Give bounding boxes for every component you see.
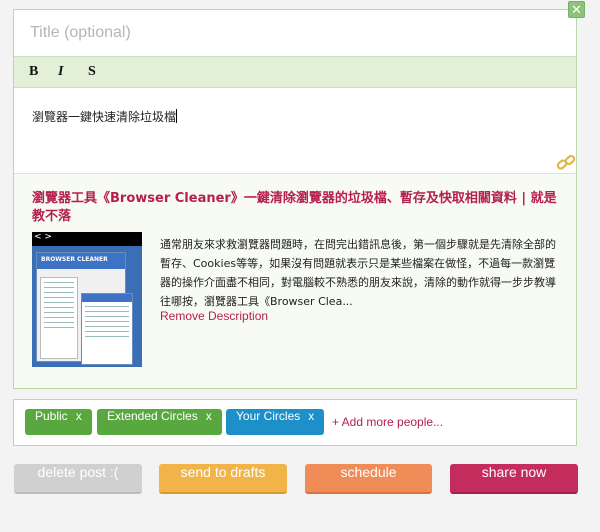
preview-title[interactable]: 瀏覽器工具《Browser Cleaner》一鍵清除瀏覽器的垃圾檔、暫存及快取相…: [32, 190, 562, 226]
chip-label: Public: [35, 409, 68, 423]
link-preview: 瀏覽器工具《Browser Cleaner》一鍵清除瀏覽器的垃圾檔、暫存及快取相…: [14, 173, 576, 388]
chip-public[interactable]: Public x: [25, 409, 92, 435]
schedule-button[interactable]: schedule: [305, 464, 432, 494]
remove-chip-icon[interactable]: x: [76, 409, 82, 423]
post-composer: B I S 瀏覽器一鍵快速清除垃圾檔 瀏覽器工具《Browser Cleaner…: [13, 9, 577, 389]
italic-button[interactable]: I: [58, 64, 63, 80]
thumbnail-nav-bar: < >: [32, 232, 142, 246]
thumbnail-nav-arrows: < >: [34, 232, 52, 242]
add-more-people-link[interactable]: + Add more people...: [332, 415, 443, 429]
thumbnail-window: BROWSER CLEANER: [36, 252, 133, 365]
post-body-text: 瀏覽器一鍵快速清除垃圾檔: [32, 110, 177, 124]
strikethrough-button[interactable]: S: [88, 64, 96, 80]
remove-chip-icon[interactable]: x: [206, 409, 212, 423]
circles-bar: Public x Extended Circles x Your Circles x …: [13, 399, 577, 446]
share-now-button[interactable]: share now: [450, 464, 578, 494]
close-icon[interactable]: ✕: [568, 1, 585, 18]
chip-label: Extended Circles: [107, 409, 198, 423]
remove-description-link[interactable]: Remove Description: [160, 309, 268, 323]
remove-chip-icon[interactable]: x: [308, 409, 314, 423]
bold-button[interactable]: B: [29, 64, 38, 80]
chip-extended-circles[interactable]: Extended Circles x: [97, 409, 222, 435]
preview-thumbnail: < > BROWSER CLEANER: [32, 232, 142, 367]
text-caret: [176, 109, 178, 123]
link-icon[interactable]: [556, 153, 576, 173]
title-input[interactable]: [14, 10, 576, 56]
chip-your-circles[interactable]: Your Circles x: [226, 409, 325, 435]
send-to-drafts-button[interactable]: send to drafts: [159, 464, 287, 494]
thumbnail-brand: BROWSER CLEANER: [41, 256, 108, 263]
chip-label: Your Circles: [236, 409, 301, 423]
format-toolbar: B I S: [14, 56, 576, 88]
delete-post-button[interactable]: delete post :(: [14, 464, 142, 494]
post-body-editor[interactable]: 瀏覽器一鍵快速清除垃圾檔: [14, 88, 576, 173]
preview-description: 通常朋友來求救瀏覽器問題時，在問完出錯訊息後，第一個步驟就是先清除全部的暫存、C…: [160, 238, 556, 308]
